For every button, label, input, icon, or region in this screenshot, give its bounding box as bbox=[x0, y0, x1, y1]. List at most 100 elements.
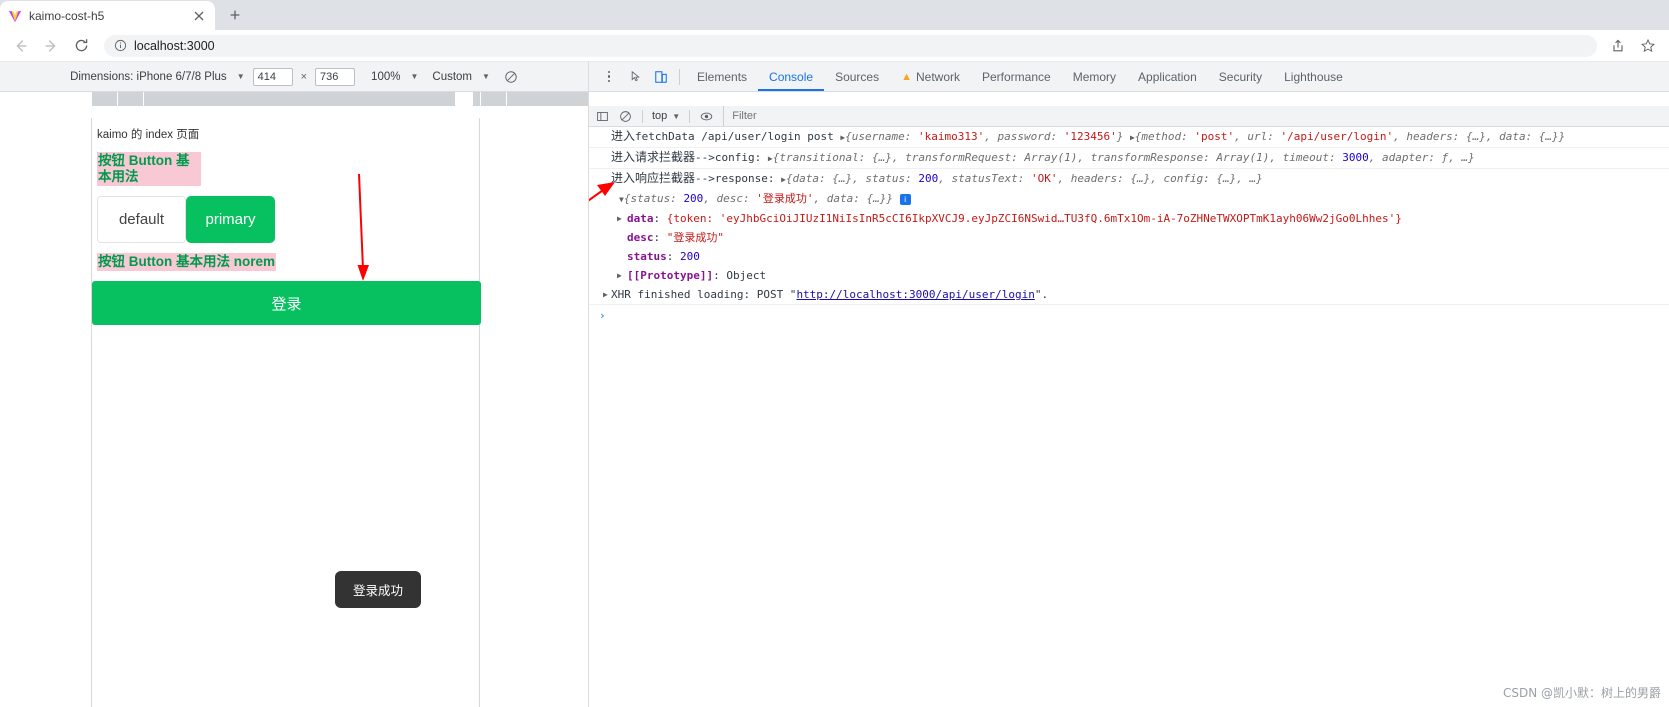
property-separator: : bbox=[713, 269, 727, 282]
tab-label: Sources bbox=[835, 69, 880, 84]
property-separator: : bbox=[653, 231, 667, 244]
prop-data[interactable]: ▶ data: {token: 'eyJhbGciOiJIUzI1NiIsInR5… bbox=[589, 209, 1669, 228]
throttling-label[interactable]: Custom bbox=[432, 71, 472, 83]
console-text-fragment: , adapter: ƒ, …} bbox=[1368, 151, 1475, 164]
property-key: status bbox=[627, 250, 667, 263]
login-button[interactable]: 登录 bbox=[92, 281, 481, 325]
console-message-fetchdata[interactable]: 进入fetchData /api/user/login post ▶{usern… bbox=[589, 127, 1669, 148]
device-toolbar-icon[interactable] bbox=[649, 62, 673, 91]
property-separator: : bbox=[666, 250, 680, 263]
watermark-text: CSDN @凯小默：树上的男爵 bbox=[1502, 686, 1661, 700]
prop-status[interactable]: status: 200 bbox=[589, 247, 1669, 266]
console-text-fragment: fetchData /api/user/login post bbox=[635, 130, 841, 143]
console-message-xhr[interactable]: ▶ XHR finished loading: POST "http://loca… bbox=[589, 285, 1669, 305]
console-text-fragment: 进入 bbox=[611, 129, 636, 143]
info-circle-icon bbox=[114, 39, 127, 52]
forward-arrow-icon[interactable] bbox=[38, 33, 64, 59]
console-context-selector[interactable]: top ▼ bbox=[649, 110, 683, 122]
chevron-down-icon[interactable]: ▼ bbox=[237, 72, 245, 81]
tab-lighthouse[interactable]: Lighthouse bbox=[1273, 62, 1354, 91]
clear-console-icon[interactable] bbox=[615, 106, 636, 126]
tab-console[interactable]: Console bbox=[758, 62, 825, 91]
browser-tab-title: kaimo-cost-h5 bbox=[29, 8, 105, 23]
reload-icon[interactable] bbox=[68, 33, 94, 59]
console-text-fragment: '/api/user/login' bbox=[1280, 130, 1394, 143]
console-panel: top ▼ 进入fetchData /api/user/login post ▶… bbox=[588, 106, 1669, 707]
xhr-url-link[interactable]: http://localhost:3000/api/user/login bbox=[796, 288, 1034, 301]
console-text-fragment: 进入响应拦截器 bbox=[611, 171, 696, 185]
browser-tab-strip: kaimo-cost-h5 bbox=[0, 0, 1669, 30]
tab-elements[interactable]: Elements bbox=[686, 62, 758, 91]
device-dimensions-label[interactable]: Dimensions: iPhone 6/7/8 Plus bbox=[70, 71, 227, 83]
back-arrow-icon[interactable] bbox=[8, 33, 34, 59]
console-message-request-interceptor[interactable]: 进入请求拦截器-->config: ▶{transitional: {…}, t… bbox=[589, 148, 1669, 169]
disclosure-triangle-icon[interactable]: ▶ bbox=[617, 211, 622, 226]
inspect-element-icon[interactable] bbox=[625, 62, 649, 91]
device-height-input[interactable]: 736 bbox=[315, 67, 356, 86]
tab-security[interactable]: Security bbox=[1208, 62, 1273, 91]
rotate-device-icon[interactable] bbox=[504, 70, 518, 84]
chevron-down-icon[interactable]: ▼ bbox=[482, 72, 490, 81]
console-expanded-object-props: ▶ data: {token: 'eyJhbGciOiJIUzI1NiIsInR5… bbox=[589, 209, 1669, 285]
prop-desc[interactable]: desc: "登录成功" bbox=[589, 228, 1669, 247]
console-sidebar-icon[interactable] bbox=[592, 106, 613, 126]
device-emulation-pane: kaimo 的 index 页面 按钮 Button 基本用法 default … bbox=[0, 106, 588, 707]
browser-toolbar: localhost:3000 bbox=[0, 30, 1669, 62]
console-text-fragment: 'OK' bbox=[1030, 172, 1058, 185]
browser-tab[interactable]: kaimo-cost-h5 bbox=[0, 1, 215, 30]
console-filter-input[interactable] bbox=[724, 108, 1669, 124]
tab-label: Network bbox=[915, 69, 960, 84]
devtools-panel-tabs: Elements Console Sources ▲ Network Perfo… bbox=[686, 62, 1354, 91]
console-text-fragment: , headers: {…}, config: {…}, …} bbox=[1057, 172, 1263, 185]
new-tab-button[interactable] bbox=[221, 1, 249, 29]
property-separator: : bbox=[653, 212, 667, 225]
console-text-fragment: , password: bbox=[984, 130, 1064, 143]
console-prompt[interactable]: › bbox=[589, 305, 1669, 324]
star-icon[interactable] bbox=[1637, 35, 1659, 57]
toolbar-divider bbox=[679, 68, 680, 85]
console-text-fragment: , headers: {…}, data: {…}} bbox=[1393, 130, 1566, 143]
tab-application[interactable]: Application bbox=[1127, 62, 1208, 91]
device-width-input[interactable]: 414 bbox=[252, 67, 293, 86]
console-expanded-object-header[interactable]: ▼{status: 200, desc: '登录成功', data: {…}} … bbox=[589, 189, 1669, 209]
tab-sources[interactable]: Sources bbox=[824, 62, 890, 91]
close-icon[interactable] bbox=[191, 8, 207, 24]
device-ruler bbox=[0, 92, 588, 106]
console-text-fragment: 3000 bbox=[1342, 151, 1369, 164]
xhr-message-prefix: XHR finished loading: POST " bbox=[611, 288, 797, 301]
property-key: [[Prototype]] bbox=[627, 269, 714, 282]
console-text-fragment: 200 bbox=[918, 172, 939, 185]
toolbar-divider bbox=[689, 109, 691, 123]
live-expression-icon[interactable] bbox=[696, 106, 717, 126]
default-button[interactable]: default bbox=[97, 196, 186, 243]
chevron-down-icon[interactable]: ▼ bbox=[410, 72, 418, 81]
disclosure-triangle-icon[interactable]: ▶ bbox=[617, 268, 622, 283]
console-text-fragment: {status: bbox=[623, 192, 684, 205]
console-text-fragment: , statusText: bbox=[938, 172, 1031, 185]
property-value: 200 bbox=[680, 250, 700, 263]
info-badge-icon[interactable]: i bbox=[899, 193, 911, 205]
prop-prototype[interactable]: ▶ [[Prototype]]: Object bbox=[589, 266, 1669, 285]
page-content: kaimo 的 index 页面 按钮 Button 基本用法 default … bbox=[92, 118, 481, 325]
console-text-fragment: , desc: bbox=[703, 192, 757, 205]
console-output[interactable]: 进入fetchData /api/user/login post ▶ {usern… bbox=[589, 127, 1669, 707]
dimension-separator: × bbox=[300, 70, 308, 83]
console-message-response-interceptor[interactable]: 进入响应拦截器-->response: ▶{data: {…}, status:… bbox=[589, 169, 1669, 189]
tab-performance[interactable]: Performance bbox=[971, 62, 1062, 91]
more-options-icon[interactable] bbox=[599, 70, 619, 83]
console-text-fragment: '123456' bbox=[1063, 130, 1117, 143]
share-icon[interactable] bbox=[1607, 35, 1629, 57]
primary-button[interactable]: primary bbox=[186, 196, 275, 243]
console-text-fragment: {method: bbox=[1134, 130, 1195, 143]
warning-triangle-icon: ▲ bbox=[901, 70, 912, 83]
address-bar[interactable]: localhost:3000 bbox=[104, 34, 1597, 57]
tab-network[interactable]: ▲ Network bbox=[890, 62, 971, 91]
console-filter-bar: top ▼ bbox=[589, 106, 1669, 127]
disclosure-triangle-icon[interactable]: ▶ bbox=[603, 287, 608, 302]
tab-memory[interactable]: Memory bbox=[1062, 62, 1127, 91]
zoom-level-label[interactable]: 100% bbox=[371, 71, 400, 83]
main-split: kaimo 的 index 页面 按钮 Button 基本用法 default … bbox=[0, 106, 1669, 707]
console-context-label: top bbox=[652, 110, 668, 122]
toolbar-divider bbox=[642, 109, 643, 123]
console-text-fragment: 'kaimo313' bbox=[918, 130, 985, 143]
